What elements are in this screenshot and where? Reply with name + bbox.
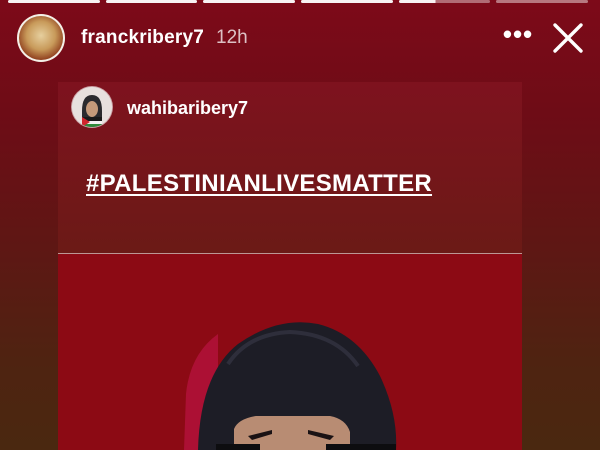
- shared-post-author-avatar[interactable]: [72, 87, 112, 127]
- progress-segment: [105, 0, 198, 3]
- close-icon[interactable]: [548, 18, 588, 58]
- progress-segment: [8, 0, 100, 3]
- story-author-avatar[interactable]: [17, 14, 65, 62]
- shared-post-header: wahibaribery7 #PALESTINIANLIVESMATTER: [58, 82, 522, 254]
- hijab-avatar-illustration: [72, 87, 112, 127]
- shared-post-author-username[interactable]: wahibaribery7: [127, 98, 248, 119]
- more-horizontal-icon[interactable]: •••: [498, 21, 538, 47]
- story-header: franckribery7 12h •••: [17, 14, 588, 62]
- progress-segment: [301, 0, 393, 3]
- progress-segment-active: [398, 0, 491, 3]
- post-image: [58, 254, 522, 450]
- story-progress-bar: [8, 0, 589, 3]
- hijab-woman-illustration: [184, 322, 397, 450]
- progress-segment: [496, 0, 589, 3]
- hashtag-link[interactable]: #PALESTINIANLIVESMATTER: [86, 170, 432, 198]
- story-time-ago: 12h: [216, 27, 248, 48]
- progress-segment: [203, 0, 296, 3]
- story-author-username[interactable]: franckribery7: [81, 27, 204, 49]
- shared-post-card[interactable]: wahibaribery7 #PALESTINIANLIVESMATTER: [58, 82, 522, 450]
